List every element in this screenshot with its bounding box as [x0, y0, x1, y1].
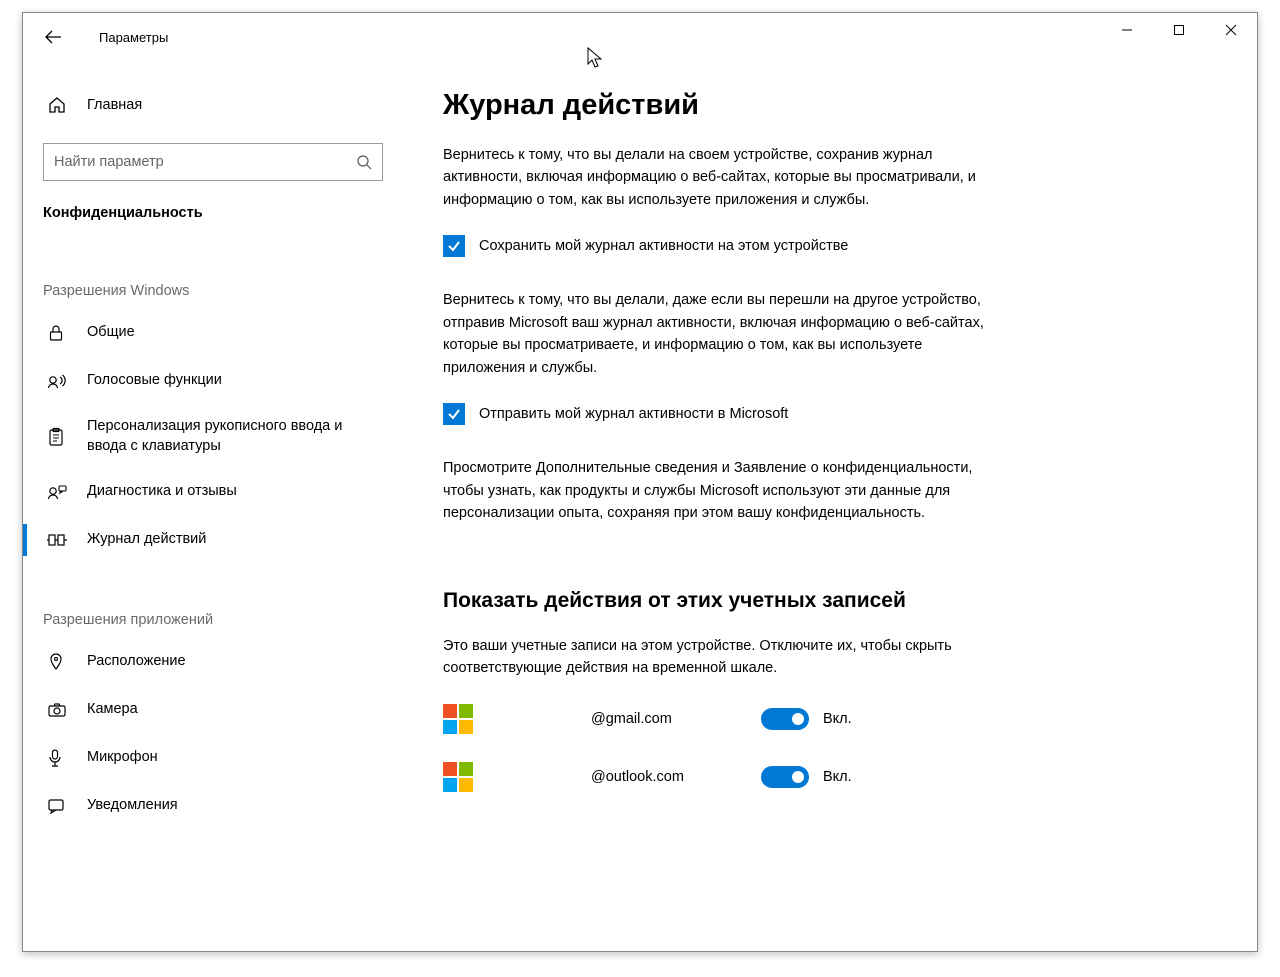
account-email: @outlook.com — [591, 769, 761, 785]
back-button[interactable] — [41, 25, 65, 49]
account-row: @outlook.com Вкл. — [443, 762, 1217, 792]
toggle-state-label: Вкл. — [823, 711, 852, 727]
description-1: Вернитесь к тому, что вы делали на своем… — [443, 144, 1003, 211]
account-toggle[interactable] — [761, 766, 809, 788]
sidebar-item-speech[interactable]: Голосовые функции — [23, 357, 403, 405]
minimize-icon — [1121, 24, 1133, 36]
sidebar-item-inking-typing[interactable]: Персонализация рукописного ввода и ввода… — [23, 405, 403, 468]
accounts-description: Это ваши учетные записи на этом устройст… — [443, 635, 1003, 680]
arrow-left-icon — [44, 28, 62, 46]
location-icon — [47, 652, 69, 672]
description-3: Просмотрите Дополнительные сведения и За… — [443, 457, 1003, 524]
microsoft-logo-icon — [443, 704, 473, 734]
sidebar-item-diagnostics[interactable]: Диагностика и отзывы — [23, 468, 403, 516]
sidebar-item-label: Голосовые функции — [87, 371, 222, 391]
account-toggle-wrap: Вкл. — [761, 766, 852, 788]
feedback-icon — [47, 483, 69, 501]
sidebar-home-label: Главная — [87, 97, 142, 113]
window-controls — [1101, 13, 1257, 47]
page-title: Журнал действий — [443, 89, 1217, 122]
sidebar-item-activity-history[interactable]: Журнал действий — [23, 516, 403, 564]
search-icon — [356, 154, 372, 170]
speech-icon — [47, 372, 69, 390]
timeline-icon — [47, 531, 69, 549]
search-input[interactable]: Найти параметр — [43, 143, 383, 181]
minimize-button[interactable] — [1101, 13, 1153, 47]
checkbox-icon — [443, 235, 465, 257]
microphone-icon — [47, 748, 69, 768]
sidebar: Главная Найти параметр Конфиденциальност… — [23, 61, 403, 951]
clipboard-icon — [47, 427, 69, 447]
sidebar-item-label: Камера — [87, 700, 138, 720]
sidebar-group-windows-permissions: Разрешения Windows — [23, 235, 403, 309]
sidebar-item-microphone[interactable]: Микрофон — [23, 734, 403, 782]
camera-icon — [47, 702, 69, 718]
search-placeholder: Найти параметр — [54, 154, 164, 170]
checkbox-store-locally[interactable]: Сохранить мой журнал активности на этом … — [443, 235, 1217, 257]
checkbox-label: Сохранить мой журнал активности на этом … — [479, 238, 848, 254]
account-row: @gmail.com Вкл. — [443, 704, 1217, 734]
account-toggle-wrap: Вкл. — [761, 708, 852, 730]
account-email: @gmail.com — [591, 711, 761, 727]
checkbox-label: Отправить мой журнал активности в Micros… — [479, 406, 788, 422]
titlebar: Параметры — [23, 13, 1257, 61]
description-2: Вернитесь к тому, что вы делали, даже ес… — [443, 289, 1003, 379]
sidebar-item-label: Микрофон — [87, 748, 158, 768]
close-button[interactable] — [1205, 13, 1257, 47]
content-area: Журнал действий Вернитесь к тому, что вы… — [403, 61, 1257, 951]
account-toggle[interactable] — [761, 708, 809, 730]
maximize-button[interactable] — [1153, 13, 1205, 47]
sidebar-category: Конфиденциальность — [23, 199, 403, 235]
sidebar-item-label: Персонализация рукописного ввода и ввода… — [87, 417, 383, 456]
sidebar-item-label: Диагностика и отзывы — [87, 482, 237, 502]
close-icon — [1225, 24, 1237, 36]
sidebar-item-general[interactable]: Общие — [23, 309, 403, 357]
toggle-state-label: Вкл. — [823, 769, 852, 785]
sidebar-home[interactable]: Главная — [23, 81, 403, 129]
checkbox-send-to-microsoft[interactable]: Отправить мой журнал активности в Micros… — [443, 403, 1217, 425]
sidebar-item-label: Расположение — [87, 652, 186, 672]
home-icon — [47, 95, 69, 115]
sidebar-item-label: Журнал действий — [87, 530, 206, 550]
settings-window: Параметры Главная — [22, 12, 1258, 952]
lock-icon — [47, 324, 69, 342]
window-title: Параметры — [99, 30, 168, 45]
body: Главная Найти параметр Конфиденциальност… — [23, 61, 1257, 951]
notifications-icon — [47, 797, 69, 815]
sidebar-group-app-permissions: Разрешения приложений — [23, 564, 403, 638]
sidebar-item-camera[interactable]: Камера — [23, 686, 403, 734]
microsoft-logo-icon — [443, 762, 473, 792]
accounts-heading: Показать действия от этих учетных записе… — [443, 589, 1217, 613]
sidebar-item-label: Общие — [87, 323, 135, 343]
search-container: Найти параметр — [43, 143, 383, 181]
sidebar-item-label: Уведомления — [87, 796, 178, 816]
checkbox-icon — [443, 403, 465, 425]
sidebar-item-location[interactable]: Расположение — [23, 638, 403, 686]
maximize-icon — [1173, 24, 1185, 36]
sidebar-item-notifications[interactable]: Уведомления — [23, 782, 403, 830]
